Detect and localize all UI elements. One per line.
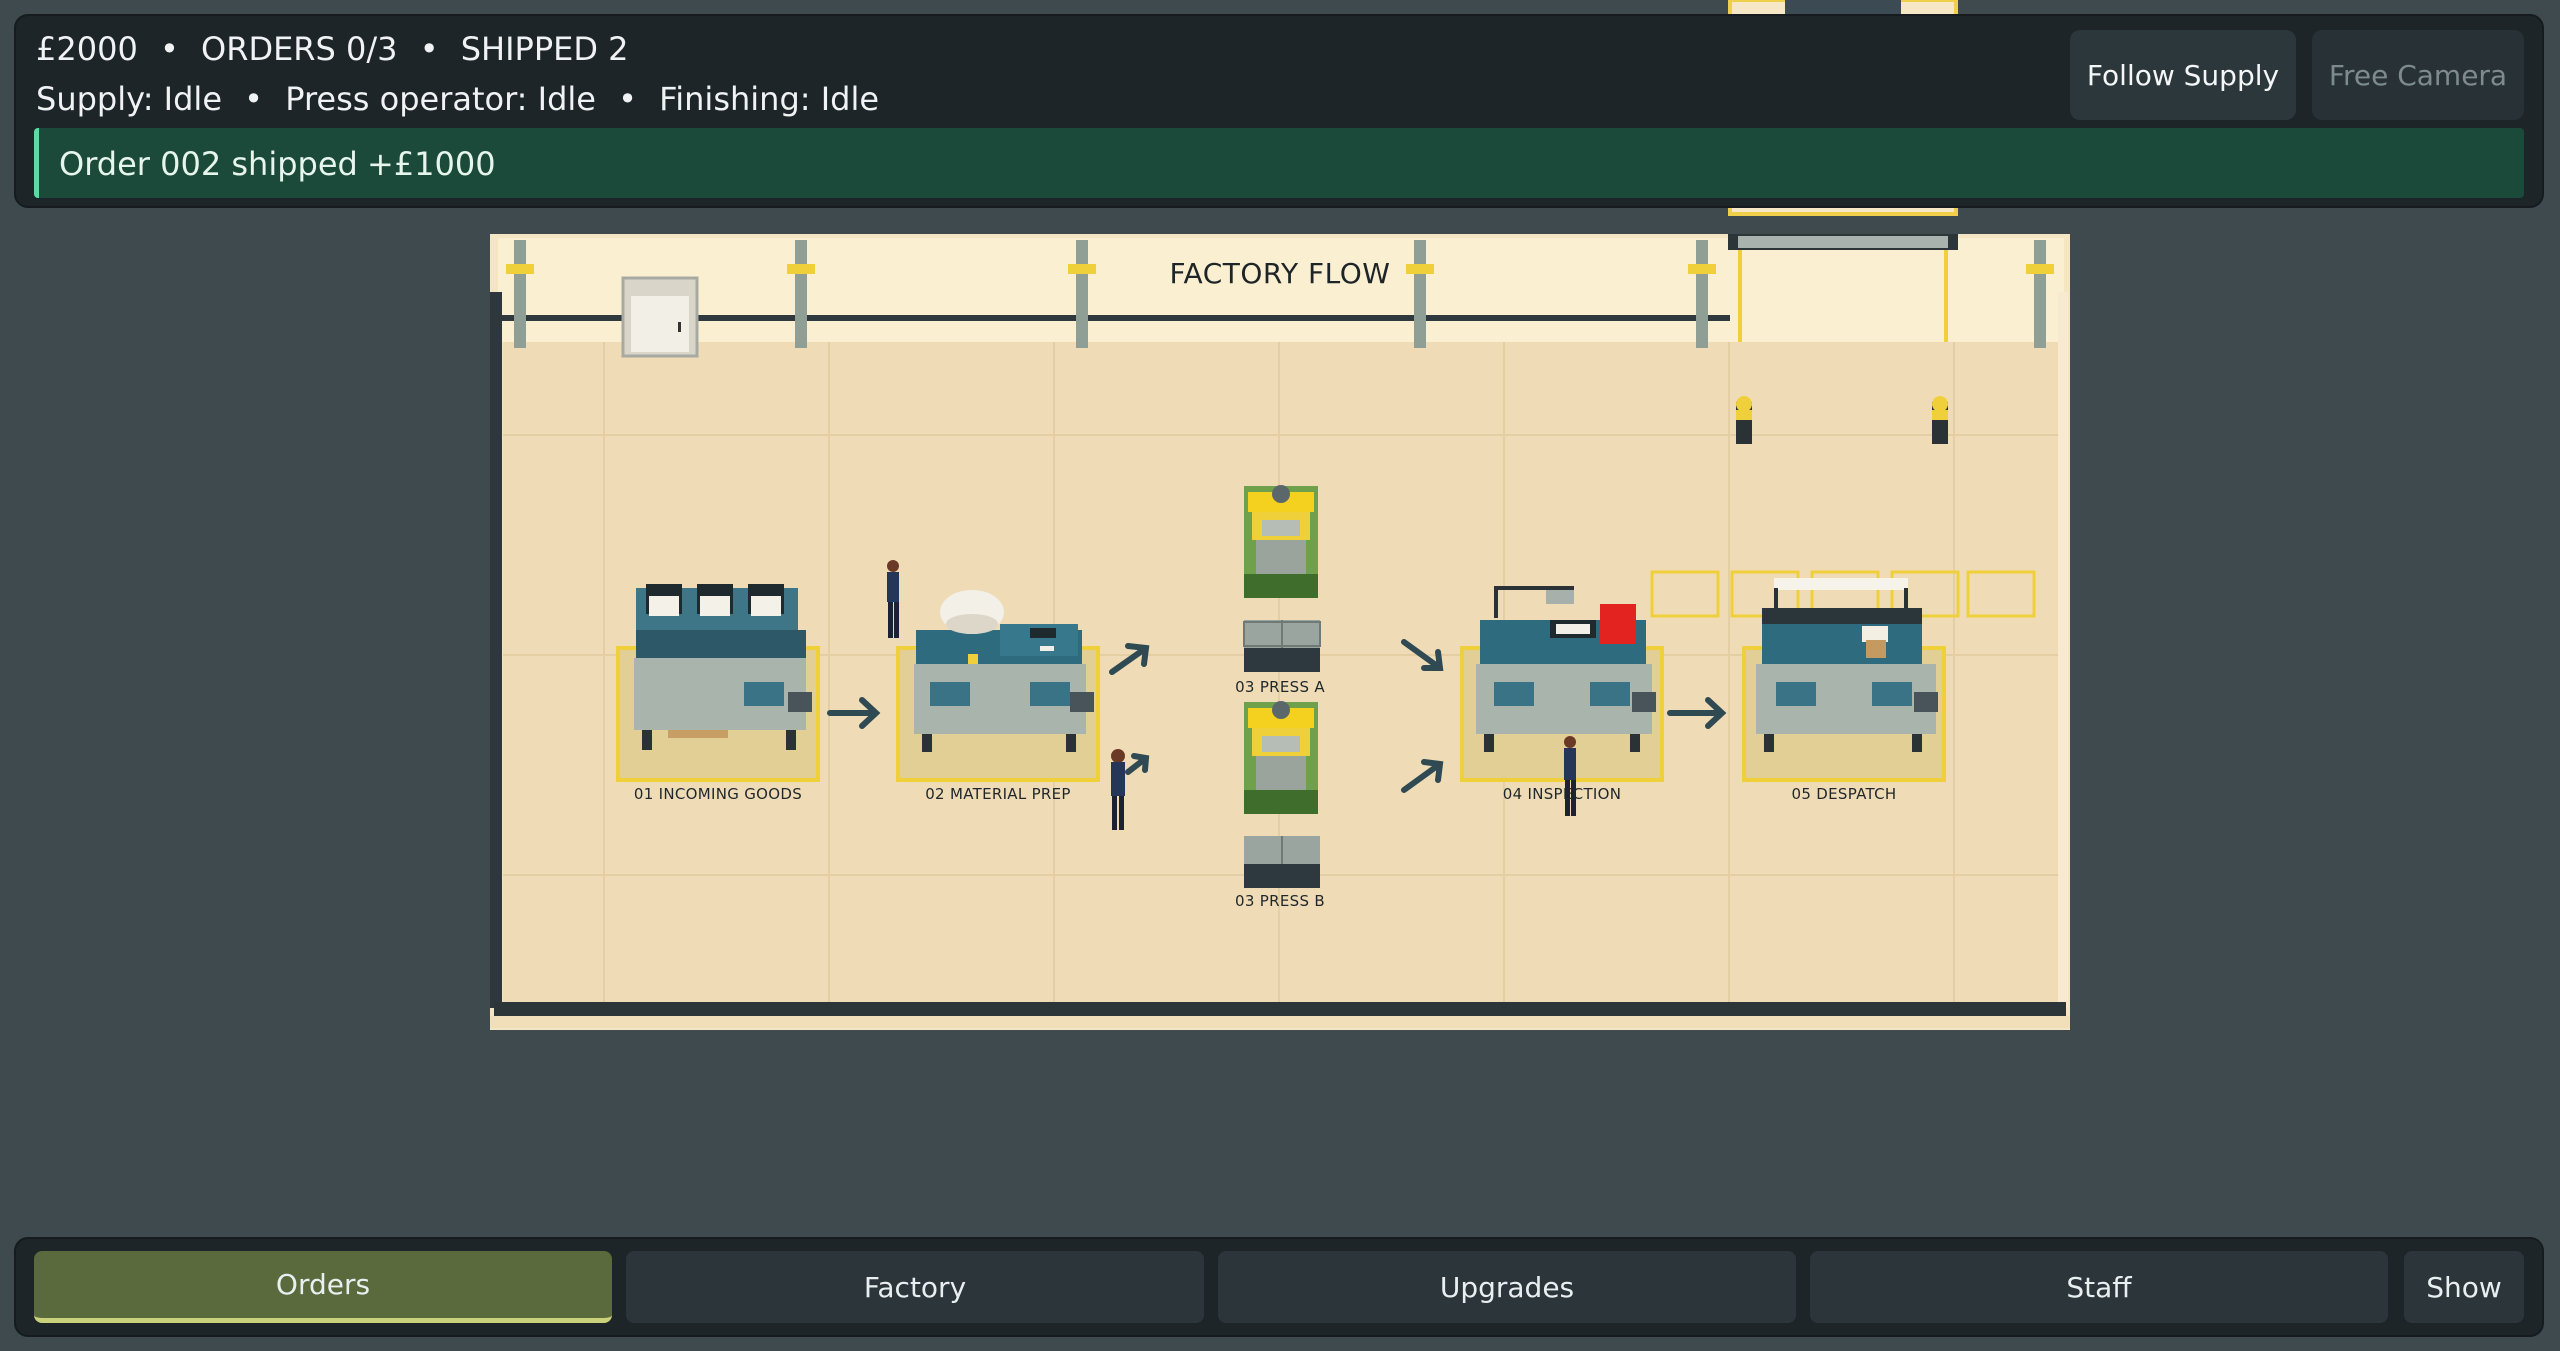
economy-summary: £2000 • ORDERS 0/3 • SHIPPED 2 (36, 30, 629, 68)
follow-supply-button[interactable]: Follow Supply (2070, 30, 2296, 120)
finishing-status: Finishing: Idle (659, 80, 880, 118)
shipped-count: SHIPPED 2 (460, 30, 629, 68)
label-despatch: 05 DESPATCH (1792, 785, 1897, 803)
show-button[interactable]: Show (2404, 1251, 2524, 1323)
station-press-b[interactable] (1244, 701, 1320, 888)
supply-status: Supply: Idle (36, 80, 222, 118)
station-despatch[interactable] (1742, 578, 1946, 782)
separator: • (244, 80, 264, 118)
station-press-a[interactable] (1243, 485, 1321, 672)
notification-toast: Order 002 shipped +£1000 (34, 128, 2524, 198)
free-camera-button[interactable]: Free Camera (2312, 30, 2524, 120)
status-hud: £2000 • ORDERS 0/3 • SHIPPED 2 Supply: I… (14, 14, 2544, 208)
bollard-right (1932, 396, 1948, 444)
factory-title: FACTORY FLOW (1170, 257, 1391, 290)
separator: • (159, 30, 179, 68)
separator: • (419, 30, 439, 68)
worker-finishing[interactable] (1564, 736, 1576, 816)
door (621, 276, 699, 358)
tab-upgrades[interactable]: Upgrades (1218, 1251, 1796, 1323)
label-incoming-goods: 01 INCOMING GOODS (634, 785, 802, 803)
separator: • (618, 80, 637, 118)
press-operator-status: Press operator: Idle (285, 80, 596, 118)
bollard-left (1736, 396, 1752, 444)
staff-status: Supply: Idle • Press operator: Idle • Fi… (36, 80, 879, 118)
tab-orders[interactable]: Orders (34, 1251, 612, 1323)
tab-staff[interactable]: Staff (1810, 1251, 2388, 1323)
orders-count: ORDERS 0/3 (201, 30, 398, 68)
toast-amount: +£1000 (367, 145, 496, 183)
tab-factory[interactable]: Factory (626, 1251, 1204, 1323)
label-inspection: 04 INSPECTION (1503, 785, 1622, 803)
label-material-prep: 02 MATERIAL PREP (925, 785, 1071, 803)
toast-message: Order 002 shipped (59, 145, 358, 183)
label-press-b: 03 PRESS B (1235, 892, 1325, 910)
bottom-tab-bar: Orders Factory Upgrades Staff Show (14, 1237, 2544, 1337)
money-value: £2000 (36, 30, 138, 68)
station-incoming-goods[interactable] (616, 584, 820, 782)
label-press-a: 03 PRESS A (1235, 678, 1325, 696)
